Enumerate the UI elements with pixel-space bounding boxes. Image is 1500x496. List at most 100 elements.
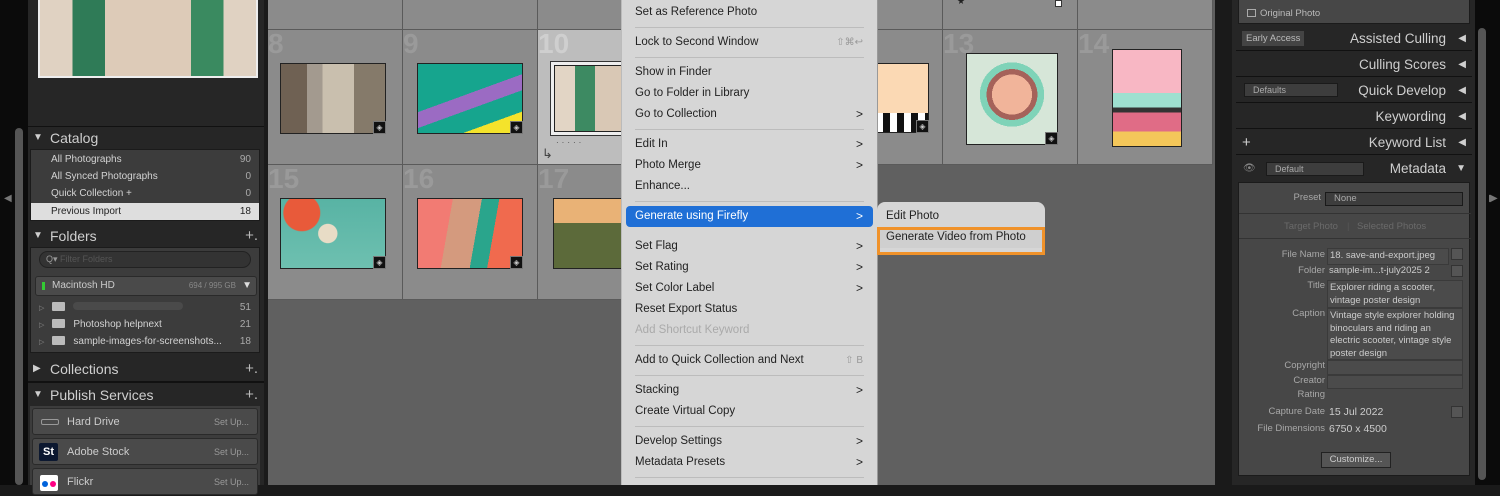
menu-enhance[interactable]: Enhance... [626,176,873,197]
histogram-info-box: Original Photo [1238,0,1470,24]
grid-cell[interactable]: ★ [943,0,1078,30]
menu-show-in-finder[interactable]: Show in Finder [626,62,873,83]
menu-go-to-folder[interactable]: Go to Folder in Library [626,83,873,104]
photo-thumbnail: ◈ [966,53,1058,145]
catalog-item-all-photographs[interactable]: All Photographs 90 [31,151,259,168]
grid-cell[interactable] [268,0,403,30]
grid-cell[interactable]: 16 ◈ [403,165,538,300]
grid-cell[interactable] [403,0,538,30]
publish-flickr[interactable]: Flickr Set Up... [32,468,258,495]
hard-drive-icon [41,419,59,425]
metadata-panel: Preset None Target Photo | Selected Photos … [1238,182,1471,476]
right-panel-scrollbar[interactable] [1478,28,1486,480]
folder-icon [52,319,66,328]
menu-stacking[interactable]: Stacking > [626,380,873,401]
eye-icon[interactable]: 👁 [1243,156,1256,181]
filter-folders-input[interactable]: Q▾ Filter Folders [39,251,251,268]
left-panel-toggle-strip[interactable]: ◀ [0,0,28,485]
edited-badge-icon: ◈ [1045,132,1058,145]
navigator-preview [38,0,258,78]
add-collection-icon[interactable]: +. [245,358,258,380]
menu-lock-second-window[interactable]: Lock to Second Window ⇧⌘↩ [626,32,873,53]
context-menu: Set as Reference Photo Lock to Second Wi… [621,0,878,485]
chevron-right-icon: > [855,239,863,253]
menu-metadata-presets[interactable]: Metadata Presets > [626,452,873,473]
chevron-right-icon: > [855,107,863,121]
publish-hard-drive[interactable]: Hard Drive Set Up... [32,408,258,435]
collapsed-triangle-icon: ◀ [1458,85,1466,96]
menu-go-to-collection[interactable]: Go to Collection > [626,104,873,125]
publish-services-header[interactable]: ▼ Publish Services +. [28,384,264,406]
quick-develop-header[interactable]: Defaults Quick Develop ◀ [1236,78,1472,103]
expand-right-arrow-icon[interactable]: ▶ [1490,193,1498,204]
rename-icon[interactable] [1451,248,1463,260]
edited-badge-icon: ◈ [916,120,929,133]
menu-set-color-label[interactable]: Set Color Label > [626,278,873,299]
catalog-item-previous-import[interactable]: Previous Import 18 [31,203,259,220]
submenu-edit-photo[interactable]: Edit Photo [877,206,1045,227]
keyword-list-header[interactable]: + Keyword List ◀ [1236,130,1472,155]
collections-header[interactable]: ▶ Collections +. [28,358,264,380]
folder-item[interactable]: ▷ 51 [31,299,259,316]
collapse-left-arrow-icon[interactable]: ◀ [4,193,12,204]
menu-generate-using-firefly[interactable]: Generate using Firefly > [626,206,873,227]
selected-photos-toggle[interactable]: Selected Photos [1357,221,1426,232]
file-dimensions-value: 6750 x 4500 [1329,423,1387,435]
rating-star-icon: ★ [957,0,966,6]
chevron-right-icon: > [855,455,863,469]
assisted-culling-header[interactable]: Early Access Assisted Culling ◀ [1236,26,1472,51]
virtual-copy-arrow-icon: ↳ [542,146,553,161]
folders-header[interactable]: ▼ Folders +. [28,225,264,247]
title-field[interactable]: Explorer riding a scooter, vintage poste… [1327,280,1463,308]
keywording-header[interactable]: Keywording ◀ [1236,104,1472,129]
search-icon: Q▾ [46,254,61,264]
add-folder-icon[interactable]: +. [245,225,258,247]
grid-cell[interactable]: 14 [1078,30,1213,165]
grid-cell[interactable]: 15 ◈ [268,165,403,300]
culling-scores-header[interactable]: Culling Scores ◀ [1236,52,1472,77]
plus-icon[interactable]: + [1242,130,1251,155]
quick-develop-preset-select[interactable]: Defaults [1244,83,1338,97]
catalog-header[interactable]: ▼ Catalog [28,127,264,149]
metadata-header[interactable]: 👁 Default Metadata ▼ [1236,156,1472,181]
menu-set-rating[interactable]: Set Rating > [626,257,873,278]
menu-reset-export-status[interactable]: Reset Export Status [626,299,873,320]
metadata-view-select[interactable]: Default [1266,162,1364,176]
caption-field[interactable]: Vintage style explorer holding binocular… [1327,308,1463,360]
left-panel-scrollbar[interactable] [15,128,23,485]
chevron-right-icon: > [855,158,863,172]
edit-capture-time-icon[interactable] [1451,406,1463,418]
expanded-triangle-icon: ▼ [33,389,43,400]
go-to-folder-icon[interactable] [1451,265,1463,277]
collapsed-triangle-icon: ▶ [33,363,41,374]
menu-add-quick-collection-next[interactable]: Add to Quick Collection and Next ⇧ B [626,350,873,371]
add-publish-service-icon[interactable]: +. [245,384,258,406]
catalog-item-quick-collection[interactable]: Quick Collection +0 [31,185,259,202]
menu-set-reference-photo[interactable]: Set as Reference Photo [626,2,873,23]
expand-triangle-icon: ▼ [242,280,252,291]
file-name-field[interactable]: 18. save-and-export.jpeg [1327,248,1449,265]
grid-cell[interactable]: 8 ◈ [268,30,403,165]
menu-set-flag[interactable]: Set Flag > [626,236,873,257]
menu-develop-settings[interactable]: Develop Settings > [626,431,873,452]
volume-macintosh-hd[interactable]: Macintosh HD 694 / 995 GB ▼ [35,276,257,296]
grid-cell[interactable] [1078,0,1213,30]
customize-button[interactable]: Customize... [1321,452,1391,468]
target-photo-toggle[interactable]: Target Photo [1284,221,1338,232]
metadata-preset-select[interactable]: None [1325,192,1463,206]
menu-create-virtual-copy[interactable]: Create Virtual Copy [626,401,873,422]
flickr-icon [40,475,58,491]
copyright-field[interactable] [1327,360,1463,375]
publish-adobe-stock[interactable]: St Adobe Stock Set Up... [32,438,258,465]
grid-cell[interactable]: 9 ◈ [403,30,538,165]
creator-field[interactable] [1327,375,1463,389]
menu-edit-in[interactable]: Edit In > [626,134,873,155]
collapsed-triangle-icon: ◀ [1458,137,1466,148]
catalog-list: All Photographs 90 All Synced Photographs… [30,149,260,221]
original-photo-checkbox[interactable] [1247,9,1256,17]
folder-item[interactable]: ▷ sample-images-for-screenshots... 18 [31,333,259,350]
catalog-item-all-synced[interactable]: All Synced Photographs 0 [31,168,259,185]
grid-cell[interactable]: 13 ◈ [943,30,1078,165]
folder-item[interactable]: ▷ Photoshop helpnext 21 [31,316,259,333]
menu-photo-merge[interactable]: Photo Merge > [626,155,873,176]
